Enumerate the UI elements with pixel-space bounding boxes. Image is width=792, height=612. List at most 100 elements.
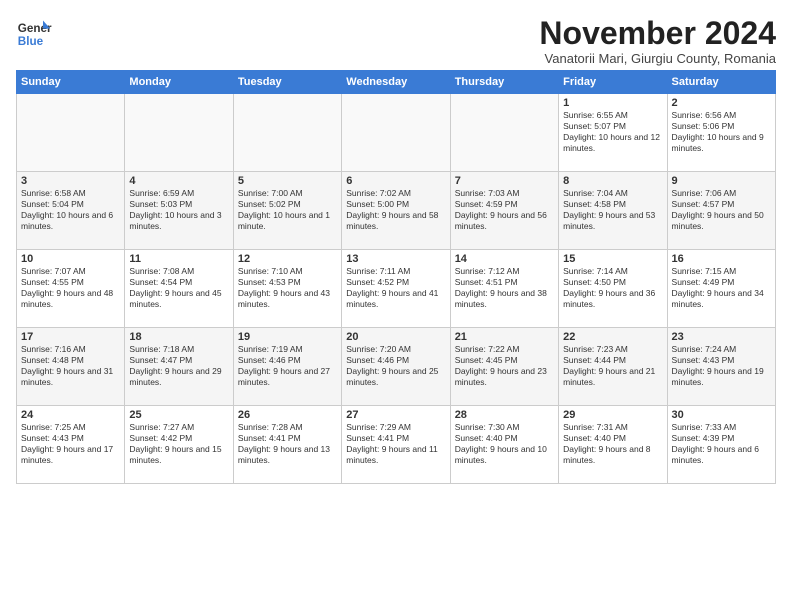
cell-info: Daylight: 9 hours and 56 minutes. — [455, 210, 554, 232]
cell-info: Daylight: 9 hours and 13 minutes. — [238, 444, 337, 466]
day-number: 12 — [238, 253, 337, 265]
cell-info: Daylight: 10 hours and 9 minutes. — [672, 132, 771, 154]
cell-info: Daylight: 10 hours and 12 minutes. — [563, 132, 662, 154]
calendar-row-0: 1Sunrise: 6:55 AMSunset: 5:07 PMDaylight… — [17, 94, 776, 172]
calendar-cell: 18Sunrise: 7:18 AMSunset: 4:47 PMDayligh… — [125, 328, 233, 406]
cell-info: Sunset: 4:43 PM — [672, 355, 771, 366]
cell-info: Sunset: 5:00 PM — [346, 199, 445, 210]
cell-info: Sunset: 4:45 PM — [455, 355, 554, 366]
cell-info: Sunset: 4:50 PM — [563, 277, 662, 288]
cell-info: Sunrise: 7:19 AM — [238, 344, 337, 355]
calendar-cell: 8Sunrise: 7:04 AMSunset: 4:58 PMDaylight… — [559, 172, 667, 250]
cell-info: Daylight: 9 hours and 50 minutes. — [672, 210, 771, 232]
calendar-row-1: 3Sunrise: 6:58 AMSunset: 5:04 PMDaylight… — [17, 172, 776, 250]
day-number: 26 — [238, 409, 337, 421]
cell-info: Sunset: 4:54 PM — [129, 277, 228, 288]
col-friday: Friday — [559, 71, 667, 94]
cell-info: Sunset: 4:41 PM — [346, 433, 445, 444]
day-number: 21 — [455, 331, 554, 343]
cell-info: Sunset: 4:53 PM — [238, 277, 337, 288]
cell-info: Daylight: 9 hours and 27 minutes. — [238, 366, 337, 388]
cell-info: Daylight: 9 hours and 29 minutes. — [129, 366, 228, 388]
col-thursday: Thursday — [450, 71, 558, 94]
cell-info: Daylight: 9 hours and 21 minutes. — [563, 366, 662, 388]
calendar-table: Sunday Monday Tuesday Wednesday Thursday… — [16, 70, 776, 484]
cell-info: Sunrise: 7:22 AM — [455, 344, 554, 355]
calendar-cell: 6Sunrise: 7:02 AMSunset: 5:00 PMDaylight… — [342, 172, 450, 250]
cell-info: Daylight: 9 hours and 25 minutes. — [346, 366, 445, 388]
cell-info: Daylight: 10 hours and 6 minutes. — [21, 210, 120, 232]
header: General Blue November 2024 Vanatorii Mar… — [16, 16, 776, 66]
logo: General Blue — [16, 16, 52, 52]
cell-info: Sunrise: 7:16 AM — [21, 344, 120, 355]
cell-info: Sunrise: 7:03 AM — [455, 188, 554, 199]
header-row: Sunday Monday Tuesday Wednesday Thursday… — [17, 71, 776, 94]
cell-info: Sunset: 4:51 PM — [455, 277, 554, 288]
cell-info: Sunset: 5:03 PM — [129, 199, 228, 210]
day-number: 16 — [672, 253, 771, 265]
cell-info: Sunset: 4:40 PM — [563, 433, 662, 444]
calendar-cell: 9Sunrise: 7:06 AMSunset: 4:57 PMDaylight… — [667, 172, 775, 250]
calendar-cell: 13Sunrise: 7:11 AMSunset: 4:52 PMDayligh… — [342, 250, 450, 328]
cell-info: Sunrise: 7:15 AM — [672, 266, 771, 277]
cell-info: Daylight: 9 hours and 58 minutes. — [346, 210, 445, 232]
location-subtitle: Vanatorii Mari, Giurgiu County, Romania — [539, 51, 776, 66]
cell-info: Sunrise: 7:00 AM — [238, 188, 337, 199]
col-tuesday: Tuesday — [233, 71, 341, 94]
cell-info: Daylight: 9 hours and 45 minutes. — [129, 288, 228, 310]
day-number: 10 — [21, 253, 120, 265]
calendar-cell: 23Sunrise: 7:24 AMSunset: 4:43 PMDayligh… — [667, 328, 775, 406]
day-number: 30 — [672, 409, 771, 421]
cell-info: Sunset: 4:46 PM — [238, 355, 337, 366]
cell-info: Sunset: 5:07 PM — [563, 121, 662, 132]
calendar-cell: 25Sunrise: 7:27 AMSunset: 4:42 PMDayligh… — [125, 406, 233, 484]
day-number: 27 — [346, 409, 445, 421]
calendar-cell: 26Sunrise: 7:28 AMSunset: 4:41 PMDayligh… — [233, 406, 341, 484]
day-number: 5 — [238, 175, 337, 187]
cell-info: Sunrise: 7:11 AM — [346, 266, 445, 277]
calendar-cell: 16Sunrise: 7:15 AMSunset: 4:49 PMDayligh… — [667, 250, 775, 328]
calendar-cell: 17Sunrise: 7:16 AMSunset: 4:48 PMDayligh… — [17, 328, 125, 406]
day-number: 15 — [563, 253, 662, 265]
cell-info: Sunrise: 7:29 AM — [346, 422, 445, 433]
cell-info: Daylight: 9 hours and 36 minutes. — [563, 288, 662, 310]
cell-info: Sunrise: 7:10 AM — [238, 266, 337, 277]
calendar-cell: 1Sunrise: 6:55 AMSunset: 5:07 PMDaylight… — [559, 94, 667, 172]
cell-info: Sunset: 4:40 PM — [455, 433, 554, 444]
calendar-cell: 12Sunrise: 7:10 AMSunset: 4:53 PMDayligh… — [233, 250, 341, 328]
calendar-cell — [450, 94, 558, 172]
calendar-cell: 10Sunrise: 7:07 AMSunset: 4:55 PMDayligh… — [17, 250, 125, 328]
day-number: 2 — [672, 97, 771, 109]
svg-text:General: General — [18, 22, 52, 35]
cell-info: Sunrise: 7:25 AM — [21, 422, 120, 433]
cell-info: Sunrise: 7:33 AM — [672, 422, 771, 433]
month-title: November 2024 — [539, 16, 776, 51]
cell-info: Sunrise: 6:59 AM — [129, 188, 228, 199]
cell-info: Sunset: 4:59 PM — [455, 199, 554, 210]
calendar-cell: 19Sunrise: 7:19 AMSunset: 4:46 PMDayligh… — [233, 328, 341, 406]
cell-info: Sunrise: 7:27 AM — [129, 422, 228, 433]
cell-info: Sunrise: 7:02 AM — [346, 188, 445, 199]
cell-info: Sunrise: 7:23 AM — [563, 344, 662, 355]
cell-info: Daylight: 9 hours and 38 minutes. — [455, 288, 554, 310]
cell-info: Daylight: 9 hours and 23 minutes. — [455, 366, 554, 388]
cell-info: Sunrise: 7:07 AM — [21, 266, 120, 277]
cell-info: Sunrise: 7:30 AM — [455, 422, 554, 433]
cell-info: Daylight: 9 hours and 34 minutes. — [672, 288, 771, 310]
svg-text:Blue: Blue — [18, 35, 44, 48]
cell-info: Daylight: 9 hours and 19 minutes. — [672, 366, 771, 388]
cell-info: Daylight: 9 hours and 17 minutes. — [21, 444, 120, 466]
cell-info: Sunset: 4:41 PM — [238, 433, 337, 444]
calendar-cell: 11Sunrise: 7:08 AMSunset: 4:54 PMDayligh… — [125, 250, 233, 328]
cell-info: Sunset: 4:48 PM — [21, 355, 120, 366]
calendar-row-3: 17Sunrise: 7:16 AMSunset: 4:48 PMDayligh… — [17, 328, 776, 406]
cell-info: Daylight: 9 hours and 31 minutes. — [21, 366, 120, 388]
cell-info: Sunset: 4:57 PM — [672, 199, 771, 210]
col-sunday: Sunday — [17, 71, 125, 94]
calendar-cell: 20Sunrise: 7:20 AMSunset: 4:46 PMDayligh… — [342, 328, 450, 406]
cell-info: Sunset: 4:43 PM — [21, 433, 120, 444]
cell-info: Sunset: 5:04 PM — [21, 199, 120, 210]
cell-info: Sunrise: 7:08 AM — [129, 266, 228, 277]
day-number: 7 — [455, 175, 554, 187]
day-number: 9 — [672, 175, 771, 187]
